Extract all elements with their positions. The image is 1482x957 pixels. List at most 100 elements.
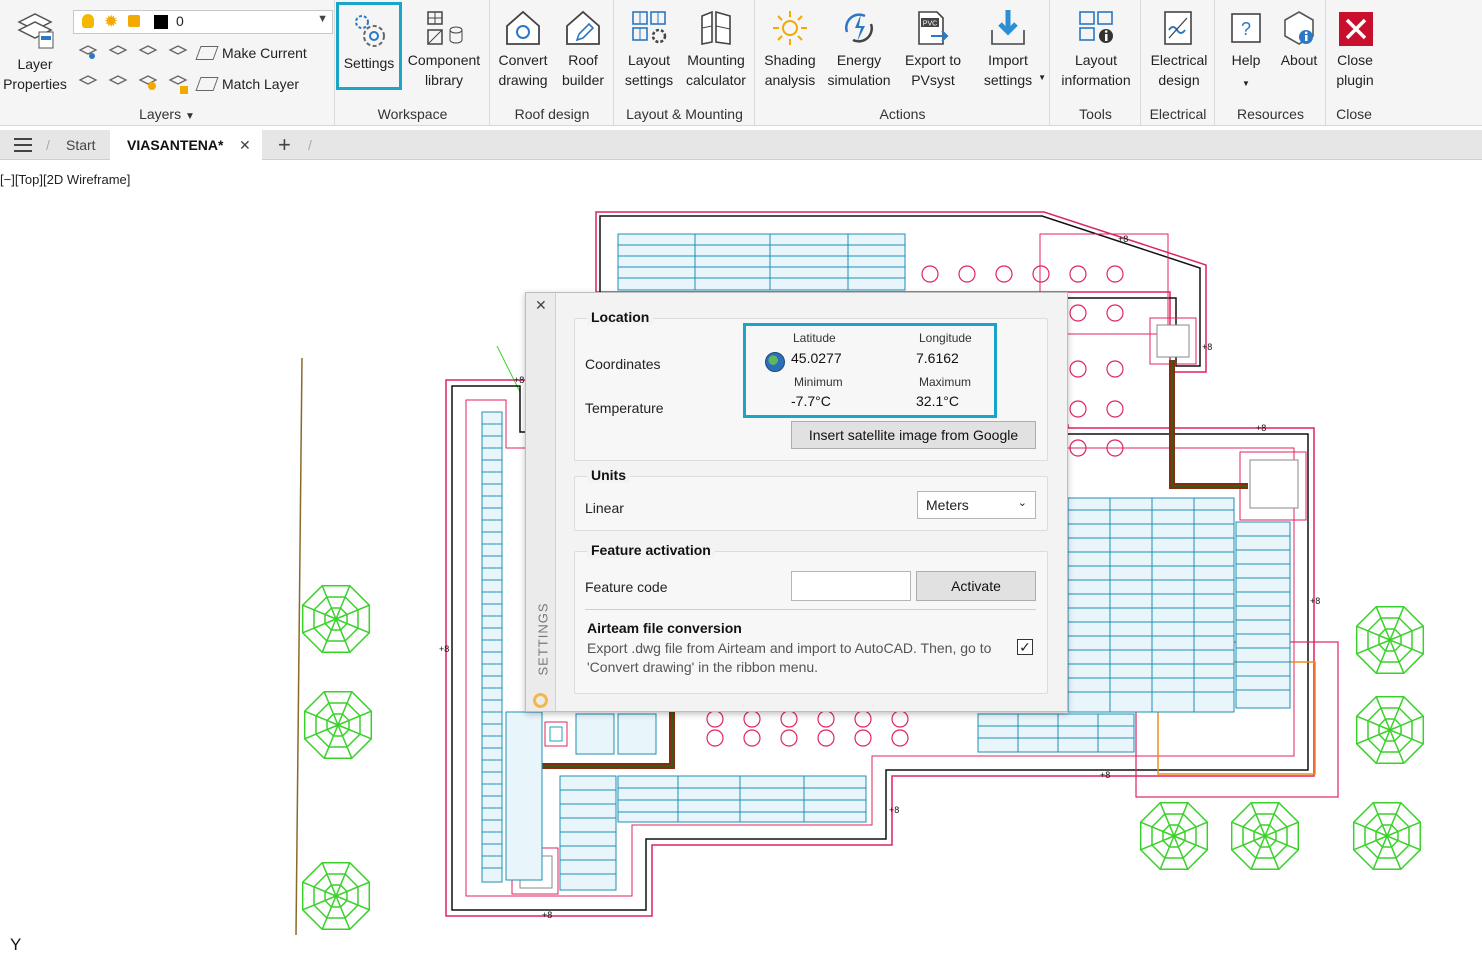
about-label: About — [1280, 52, 1318, 68]
close-plugin-button[interactable]: Close plugin — [1329, 2, 1381, 90]
tab-active-label: VIASANTENA* — [127, 137, 224, 153]
settings-panel-sidebar[interactable]: ✕ SETTINGS — [526, 293, 556, 711]
export-pvsyst-button[interactable]: PVC Export to PVsyst — [896, 2, 970, 90]
tree-symbol — [1355, 605, 1425, 675]
close-group: Close plugin Close — [1327, 0, 1482, 126]
chevron-down-icon: ⌄ — [1017, 497, 1027, 509]
upper-panel-rows — [617, 233, 906, 291]
make-current-button[interactable]: Make Current — [195, 42, 307, 64]
layer-properties-icon — [17, 13, 54, 49]
match-layer-label: Match Layer — [222, 76, 300, 92]
layers-group: Layer Properties ✹ 0 ▼ Make Current Matc… — [0, 0, 335, 126]
tree-symbol — [1139, 801, 1209, 871]
level-mark: +8 — [514, 375, 524, 385]
tree-symbol — [1230, 801, 1300, 871]
ribbon: Layer Properties ✹ 0 ▼ Make Current Matc… — [0, 0, 1482, 126]
location-section: Location Coordinates Temperature Latitud… — [574, 309, 1048, 461]
layout-settings-button[interactable]: Layout settings — [617, 2, 681, 90]
airteam-checkbox[interactable]: ✓ — [1017, 639, 1033, 655]
layer-properties-label: Layer Properties — [3, 56, 67, 92]
shading-analysis-label: Shading analysis — [764, 52, 816, 88]
tab-start[interactable]: Start — [66, 130, 96, 160]
tab-close-icon[interactable]: ✕ — [239, 130, 251, 160]
new-tab-icon[interactable]: + — [278, 130, 291, 160]
longitude-caption: Longitude — [919, 331, 972, 345]
layer-tool-icons — [76, 42, 196, 98]
resources-group: ? Help ▼ About Resources — [1216, 0, 1326, 126]
about-button[interactable]: About — [1274, 2, 1324, 70]
level-mark: +8 — [1256, 423, 1266, 433]
lightbulb-icon[interactable] — [82, 14, 94, 28]
electrical-design-icon — [1164, 11, 1192, 45]
electrical-group: Electrical design Electrical — [1142, 0, 1215, 126]
layout-settings-icon — [632, 11, 667, 44]
feature-code-label: Feature code — [585, 579, 668, 595]
mounting-panel-icon — [701, 10, 731, 45]
layer-dropdown[interactable]: ✹ 0 ▼ — [73, 10, 333, 34]
match-layer-button[interactable]: Match Layer — [195, 73, 300, 95]
roof-design-group: Convert drawing Roof builder Roof design — [491, 0, 614, 126]
import-settings-button[interactable]: Import settings ▼ — [970, 2, 1046, 90]
layout-mounting-group: Layout settings Mounting calculator Layo… — [615, 0, 755, 126]
energy-simulation-button[interactable]: Energy simulation — [822, 2, 896, 90]
settings-panel: ✕ SETTINGS Location Coordinates Temperat… — [525, 292, 1068, 712]
activate-button[interactable]: Activate — [916, 571, 1036, 601]
minimum-temperature-value: -7.7°C — [791, 393, 831, 409]
globe-icon[interactable] — [765, 352, 785, 372]
electrical-design-label: Electrical design — [1150, 52, 1208, 88]
feature-code-input[interactable] — [791, 571, 911, 601]
linear-units-select[interactable]: Meters ⌄ — [917, 491, 1036, 519]
maximum-caption: Maximum — [919, 375, 972, 389]
maximum-temperature-value: 32.1°C — [916, 393, 959, 409]
import-settings-label: Import settings — [983, 52, 1033, 88]
plugin-logo-icon — [533, 693, 548, 708]
layers-group-label[interactable]: Layers ▼ — [0, 106, 334, 122]
pvc-badge: PVC — [923, 21, 937, 28]
chevron-down-icon[interactable]: ▼ — [1242, 74, 1250, 94]
roof-builder-button[interactable]: Roof builder — [555, 2, 611, 90]
tab-separator: / — [46, 137, 50, 153]
layer-color-swatch[interactable] — [154, 15, 168, 29]
house-pencil-icon — [566, 10, 600, 45]
settings-button[interactable]: Settings — [336, 2, 402, 90]
insert-satellite-image-button[interactable]: Insert satellite image from Google — [791, 421, 1036, 449]
sun-shading-icon — [773, 11, 807, 45]
unlock-icon[interactable] — [128, 15, 140, 27]
svg-text:?: ? — [1241, 19, 1251, 39]
resources-group-label: Resources — [1237, 106, 1304, 122]
units-title: Units — [587, 467, 630, 483]
property-line — [295, 357, 303, 936]
section-divider — [585, 609, 1036, 610]
layer-properties-button[interactable]: Layer Properties — [2, 2, 68, 94]
close-group-label: Close — [1336, 106, 1372, 122]
tree-symbol — [301, 861, 371, 931]
help-button[interactable]: ? Help ▼ — [1220, 2, 1272, 88]
energy-simulation-label: Energy simulation — [827, 52, 891, 88]
level-mark: +8 — [1118, 234, 1128, 244]
layout-information-button[interactable]: Layout information — [1053, 2, 1139, 90]
tree-symbol — [303, 690, 373, 760]
electrical-group-label: Electrical — [1149, 106, 1207, 122]
tools-group-label: Tools — [1079, 106, 1112, 122]
airteam-title: Airteam file conversion — [587, 620, 742, 636]
level-mark: +8 — [542, 910, 552, 920]
match-layer-icon — [195, 77, 219, 91]
level-mark: +8 — [439, 644, 449, 654]
component-library-button[interactable]: Component library — [404, 2, 484, 90]
viewport-controls[interactable]: [−][Top][2D Wireframe] — [0, 172, 130, 187]
shading-analysis-button[interactable]: Shading analysis — [758, 2, 822, 90]
tree-symbol — [1352, 801, 1422, 871]
linear-units-value: Meters — [926, 497, 969, 513]
coordinates-label: Coordinates — [585, 356, 661, 372]
close-icon[interactable]: ✕ — [535, 297, 547, 314]
roof-builder-label: Roof builder — [561, 52, 605, 88]
sun-icon[interactable]: ✹ — [104, 12, 118, 32]
menu-icon[interactable] — [12, 130, 36, 160]
mounting-calculator-button[interactable]: Mounting calculator — [681, 2, 751, 90]
electrical-design-button[interactable]: Electrical design — [1144, 2, 1214, 90]
chevron-down-icon[interactable]: ▼ — [1038, 68, 1046, 88]
roof-design-group-label: Roof design — [514, 106, 590, 122]
chevron-down-icon[interactable]: ▼ — [317, 13, 328, 25]
location-title: Location — [587, 309, 654, 325]
convert-drawing-button[interactable]: Convert drawing — [493, 2, 553, 90]
